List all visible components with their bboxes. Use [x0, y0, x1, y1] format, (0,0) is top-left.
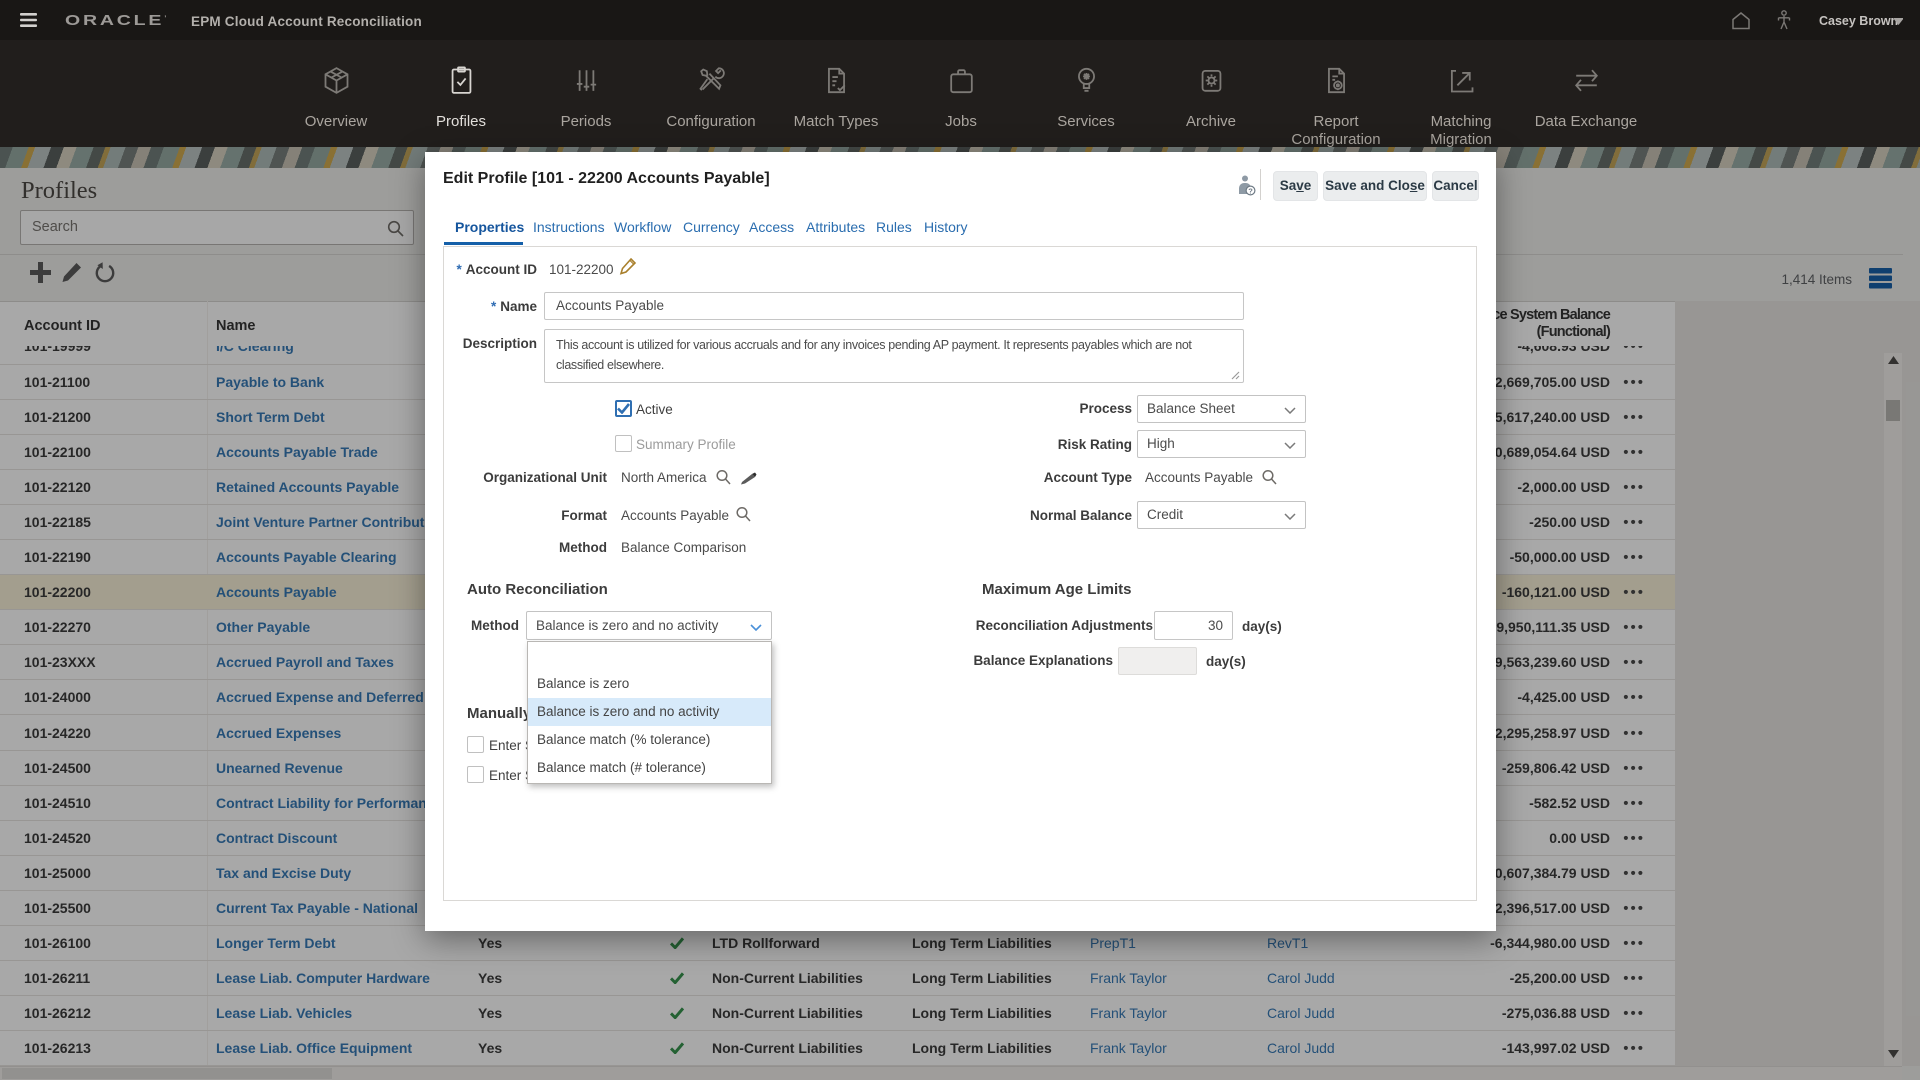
- svg-text:?: ?: [1248, 186, 1253, 195]
